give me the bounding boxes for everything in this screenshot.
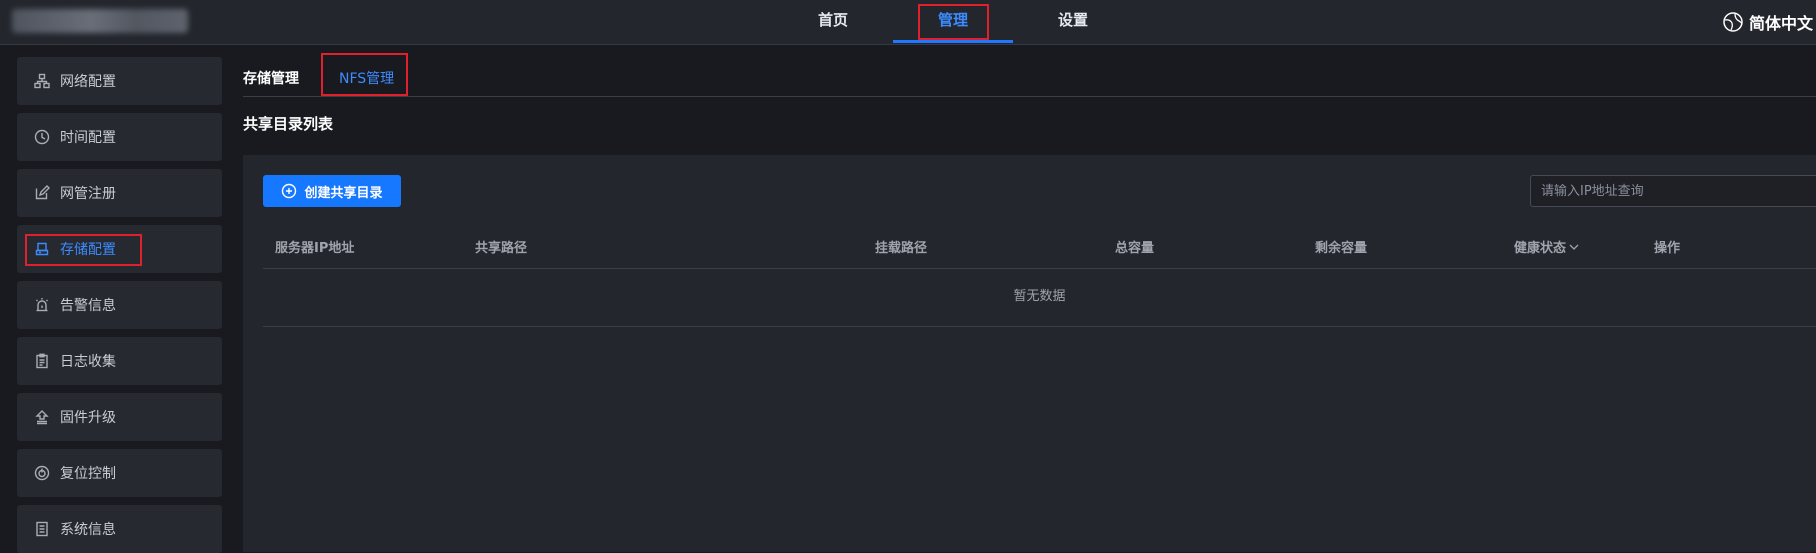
edit-icon [33,184,51,202]
plus-circle-icon [282,183,297,199]
highlight-box-tab [321,53,408,96]
col-remaining-capacity: 剩余容量 [1315,241,1368,256]
nav-active-indicator [893,40,1013,43]
col-health-status[interactable]: 健康状态 [1514,237,1580,256]
document-icon [33,520,51,538]
sidebar-item-reset-control[interactable]: 复位控制 [17,449,222,497]
sidebar-item-label: 日志收集 [60,354,116,370]
alarm-icon [33,296,51,314]
col-mount-path: 挂载路径 [875,241,928,256]
table-header: 服务器IP地址 共享路径 挂载路径 总容量 剩余容量 健康状态 操作 [263,221,1816,269]
col-total-capacity: 总容量 [1115,241,1155,256]
col-actions: 操作 [1654,241,1681,256]
globe-icon [1723,12,1743,32]
sidebar-item-system-info[interactable]: 系统信息 [17,505,222,553]
top-bar: 首页 管理 设置 简体中文 [0,0,1816,45]
sidebar-item-label: 复位控制 [60,466,116,482]
sidebar-item-label: 时间配置 [60,130,116,146]
sidebar-item-network[interactable]: 网络配置 [17,57,222,105]
search-input[interactable] [1530,175,1816,207]
highlight-box-sidebar [25,234,142,266]
sidebar-item-time[interactable]: 时间配置 [17,113,222,161]
empty-state: 暂无数据 [263,269,1816,327]
sidebar-item-label: 系统信息 [60,522,116,538]
clock-icon [33,128,51,146]
sidebar-item-label: 告警信息 [60,298,116,314]
page-title: 共享目录列表 [243,115,334,133]
share-list-panel: 创建共享目录 服务器IP地址 共享路径 挂载路径 总容量 剩余容量 健康状态 操… [243,155,1816,552]
sidebar-item-label: 网管注册 [60,186,116,202]
sidebar-item-firmware-upgrade[interactable]: 固件升级 [17,393,222,441]
network-icon [33,72,51,90]
col-health-status-label: 健康状态 [1514,241,1567,256]
sidebar-item-label: 固件升级 [60,410,116,426]
sidebar-item-nms-register[interactable]: 网管注册 [17,169,222,217]
highlight-box-nav [918,4,989,40]
create-share-label: 创建共享目录 [304,185,383,201]
chevron-down-icon [1569,244,1579,250]
sidebar-item-log-collect[interactable]: 日志收集 [17,337,222,385]
sidebar-item-alarm[interactable]: 告警信息 [17,281,222,329]
nav-settings[interactable]: 设置 [1043,0,1103,44]
upgrade-icon [33,408,51,426]
tab-storage-management[interactable]: 存储管理 [243,68,299,88]
logo-blurred [12,9,188,33]
language-label: 简体中文 [1749,14,1814,33]
col-share-path: 共享路径 [475,241,528,256]
sidebar-item-label: 网络配置 [60,74,116,90]
clipboard-icon [33,352,51,370]
language-switcher[interactable]: 简体中文 [1722,10,1813,34]
tab-bar: 存储管理 NFS管理 [243,56,1816,97]
nav-home[interactable]: 首页 [803,0,863,44]
col-server-ip: 服务器IP地址 [275,241,355,256]
power-icon [33,464,51,482]
create-share-button[interactable]: 创建共享目录 [263,175,401,207]
